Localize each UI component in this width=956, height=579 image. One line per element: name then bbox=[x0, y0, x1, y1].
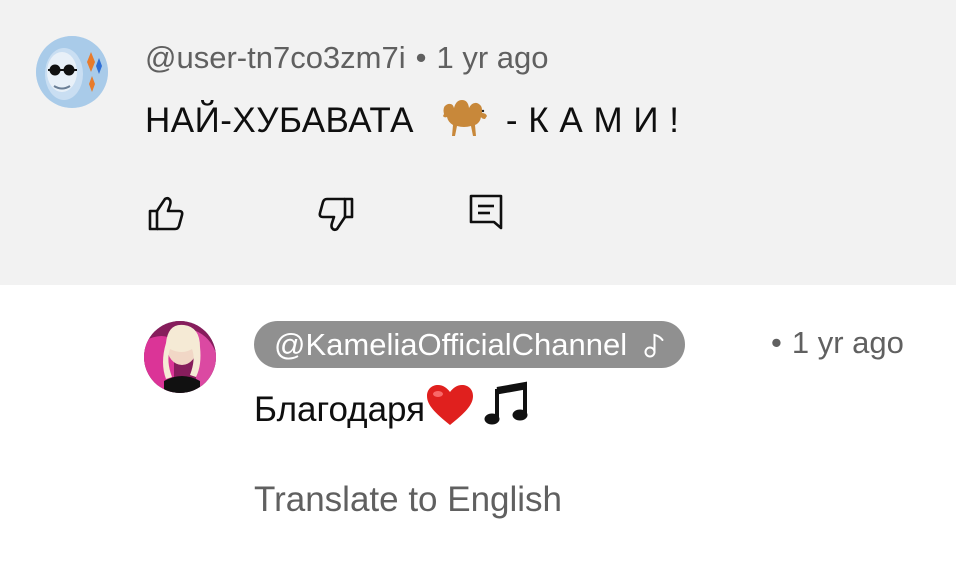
comment-text-part2: - К А М И ! bbox=[505, 101, 680, 140]
commenter-avatar[interactable] bbox=[36, 36, 108, 108]
red-heart-icon bbox=[425, 383, 475, 436]
avatar-image bbox=[144, 321, 216, 393]
dislike-button[interactable] bbox=[314, 193, 356, 235]
reply-button[interactable] bbox=[466, 193, 508, 235]
reply-icon bbox=[469, 194, 503, 230]
comment-meta: @user-tn7co3zm7i • 1 yr ago bbox=[145, 40, 549, 76]
like-button[interactable] bbox=[146, 193, 188, 235]
channel-owner-badge[interactable]: @KameliaOfficialChannel bbox=[254, 321, 686, 368]
reply-meta: • 1 yr ago bbox=[771, 325, 904, 361]
reply-text-content: Благодаря bbox=[254, 390, 426, 429]
reply-username: @KameliaOfficialChannel bbox=[274, 327, 628, 362]
channel-owner-avatar[interactable] bbox=[144, 321, 216, 393]
camel-emoji-icon bbox=[438, 96, 490, 145]
thumbs-down-icon bbox=[318, 197, 354, 232]
music-note-icon bbox=[644, 333, 664, 358]
comment-time[interactable]: 1 yr ago bbox=[436, 40, 548, 75]
comment-username[interactable]: @user-tn7co3zm7i bbox=[145, 40, 406, 75]
meta-separator: • bbox=[771, 325, 782, 360]
comment-text: НАЙ-ХУБАВАТА - К А М И ! bbox=[145, 96, 679, 145]
reply-text: Благодаря bbox=[254, 381, 529, 436]
musical-notes-icon bbox=[483, 381, 529, 436]
meta-separator: • bbox=[415, 40, 427, 75]
avatar-image bbox=[36, 36, 108, 108]
reply-time[interactable]: 1 yr ago bbox=[792, 325, 904, 360]
translate-button[interactable]: Translate to English bbox=[254, 480, 562, 520]
comment-text-part1: НАЙ-ХУБАВАТА bbox=[145, 101, 414, 140]
thumbs-up-icon bbox=[148, 196, 184, 231]
